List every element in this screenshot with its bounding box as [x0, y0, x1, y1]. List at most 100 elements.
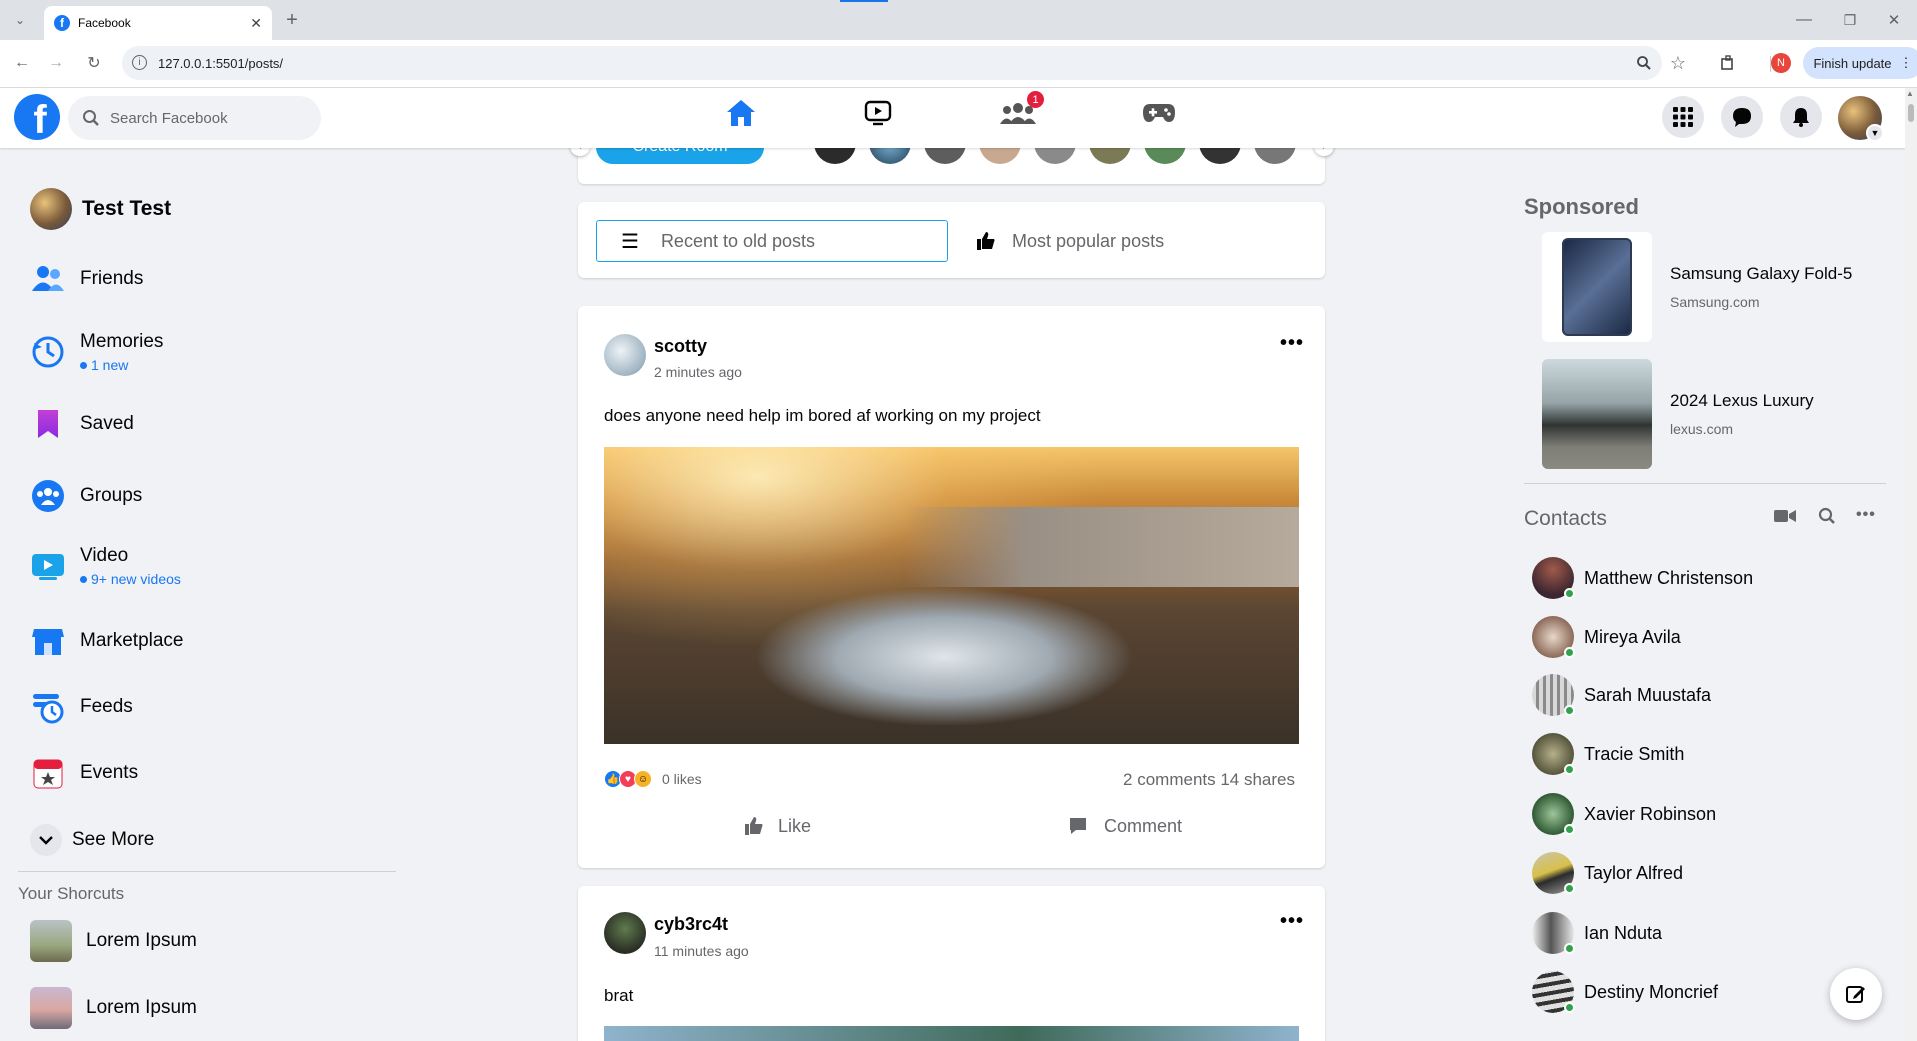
sidebar-item-saved[interactable]: Saved [30, 399, 134, 449]
contact-avatar [1532, 852, 1575, 894]
scroll-up-icon[interactable]: ▲ [1906, 89, 1914, 98]
haha-reaction-icon: ☺ [634, 770, 652, 788]
sidebar-item-events[interactable]: Events [30, 748, 138, 798]
new-message-button[interactable] [1830, 968, 1882, 1020]
shortcut-item[interactable]: Lorem Ipsum [30, 983, 197, 1033]
contacts-more-icon[interactable]: ••• [1856, 506, 1876, 524]
close-window-icon[interactable]: ✕ [1880, 6, 1908, 34]
zoom-icon[interactable] [1630, 49, 1658, 77]
see-more-button[interactable]: See More [30, 815, 154, 865]
nav-home[interactable] [718, 90, 764, 136]
user-name: Test Test [82, 197, 172, 220]
extensions-icon[interactable] [1714, 49, 1742, 77]
ad-site[interactable]: Samsung.com [1670, 294, 1759, 310]
post-more-icon[interactable]: ••• [1280, 332, 1304, 355]
video-call-icon[interactable] [1774, 508, 1796, 529]
sidebar-item-feeds[interactable]: Feeds [30, 682, 133, 732]
ad-site[interactable]: lexus.com [1670, 421, 1733, 437]
tab-search-chevron-icon[interactable]: ⌄ [6, 6, 34, 34]
post-author-name[interactable]: cyb3rc4t [654, 914, 728, 935]
restore-icon[interactable]: ❐ [1836, 6, 1864, 34]
page-scrollbar[interactable] [1905, 88, 1917, 1041]
post-stats[interactable]: 2 comments 14 shares [1123, 770, 1295, 790]
post-author-avatar[interactable] [604, 334, 646, 376]
groups-circle-icon [30, 478, 66, 514]
ad-image-lexus[interactable] [1542, 359, 1652, 469]
bookmark-star-icon[interactable]: ☆ [1664, 49, 1692, 77]
menu-grid-icon [1673, 107, 1693, 127]
sidebar-item-subtext: 1 new [91, 357, 129, 373]
nav-gaming[interactable] [1136, 90, 1182, 136]
sidebar-item-memories[interactable]: Memories 1 new [30, 322, 163, 382]
sidebar-item-groups[interactable]: Groups [30, 471, 142, 521]
menu-button[interactable] [1662, 96, 1704, 138]
nav-watch[interactable] [855, 90, 901, 136]
back-icon[interactable]: ← [8, 49, 36, 77]
sidebar-item-label: Marketplace [80, 630, 184, 651]
contacts-search-icon[interactable] [1818, 507, 1836, 530]
account-chevron-icon[interactable]: ▼ [1866, 124, 1884, 142]
sort-popular-button[interactable]: Most popular posts [976, 220, 1164, 262]
address-bar[interactable]: i 127.0.0.1:5501/posts/ [122, 46, 1662, 80]
post-author-avatar[interactable] [604, 912, 646, 954]
sidebar-item-label: Memories [80, 331, 164, 352]
new-dot [80, 575, 87, 583]
site-info-icon[interactable]: i [132, 55, 147, 70]
post-image[interactable] [604, 1026, 1299, 1041]
sort-recent-button[interactable]: ☰ Recent to old posts [596, 220, 948, 262]
tab-title: Facebook [78, 16, 131, 30]
shortcuts-title: Your Shorcuts [18, 884, 125, 903]
post-image[interactable] [604, 447, 1299, 744]
contact-item[interactable]: Sarah Muustafa [1532, 667, 1711, 723]
shortcut-item[interactable]: Lorem Ipsum [30, 916, 197, 966]
contact-item[interactable]: Destiny Moncrief [1532, 964, 1718, 1020]
post-author-name[interactable]: scotty [654, 336, 707, 357]
shortcut-label: Lorem Ipsum [86, 997, 197, 1018]
sidebar-item-marketplace[interactable]: Marketplace [30, 616, 184, 666]
new-tab-icon[interactable]: + [278, 6, 306, 34]
likes-count: 0 likes [662, 771, 702, 787]
contact-item[interactable]: Tracie Smith [1532, 726, 1684, 782]
post-text: does anyone need help im bored af workin… [604, 406, 1041, 425]
scrollbar-thumb[interactable] [1908, 104, 1914, 122]
facebook-favicon-icon: f [54, 15, 70, 31]
profile-link[interactable]: Test Test [30, 188, 171, 230]
contact-avatar [1532, 733, 1575, 775]
finish-update-button[interactable]: Finish update ⋮ [1803, 47, 1917, 79]
post-more-icon[interactable]: ••• [1280, 910, 1304, 933]
contact-item[interactable]: Mireya Avila [1532, 609, 1681, 665]
search-input[interactable]: Search Facebook [68, 96, 321, 140]
facebook-logo[interactable]: f [14, 94, 60, 140]
sidebar-item-video[interactable]: Video 9+ new videos [30, 536, 181, 596]
like-button[interactable]: Like [744, 806, 811, 846]
online-indicator [1564, 647, 1575, 658]
reactions[interactable]: 👍 ♥ ☺ 0 likes [604, 770, 702, 788]
contact-avatar [1532, 557, 1575, 599]
post-card: cyb3rc4t 11 minutes ago ••• brat [578, 886, 1325, 1041]
contact-item[interactable]: Ian Nduta [1532, 905, 1662, 961]
contact-item[interactable]: Matthew Christenson [1532, 550, 1753, 606]
ad-name[interactable]: Samsung Galaxy Fold-5 [1670, 264, 1852, 284]
contact-item[interactable]: Taylor Alfred [1532, 845, 1683, 901]
notifications-button[interactable] [1780, 96, 1822, 138]
close-tab-icon[interactable]: ✕ [250, 15, 262, 32]
sidebar-item-friends[interactable]: Friends [30, 254, 143, 304]
ad-image-samsung[interactable] [1542, 232, 1652, 342]
thumbs-up-icon [745, 817, 763, 835]
memories-icon [30, 334, 66, 370]
search-placeholder: Search Facebook [110, 109, 228, 127]
profile-avatar[interactable]: N [1771, 53, 1791, 73]
post-timestamp[interactable]: 11 minutes ago [654, 943, 749, 959]
reload-icon[interactable]: ↻ [80, 49, 108, 77]
browser-tab[interactable]: f Facebook ✕ [44, 6, 272, 40]
forward-icon[interactable]: → [42, 49, 70, 77]
sort-recent-label: Recent to old posts [660, 230, 816, 251]
ad-name[interactable]: 2024 Lexus Luxury [1670, 391, 1814, 411]
post-timestamp[interactable]: 2 minutes ago [654, 364, 742, 380]
messenger-button[interactable] [1721, 96, 1763, 138]
contact-item[interactable]: Xavier Robinson [1532, 786, 1716, 842]
contact-avatar [1532, 912, 1575, 954]
minimize-icon[interactable]: — [1790, 6, 1818, 34]
sidebar-item-label: Groups [80, 485, 143, 506]
comment-button[interactable]: Comment [1068, 806, 1182, 846]
